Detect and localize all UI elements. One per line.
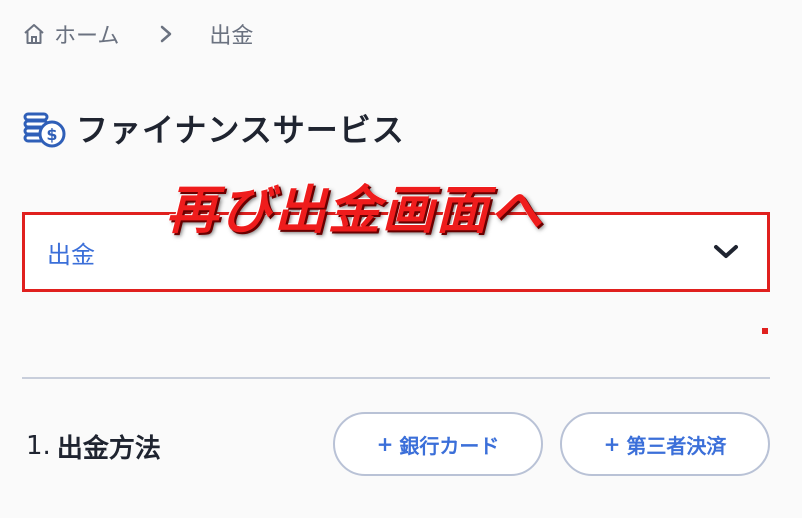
annotation-overlay-text: 再び出金画面へ — [166, 181, 545, 241]
breadcrumb-current: 出金 — [209, 24, 254, 49]
svg-text:$: $ — [46, 125, 57, 144]
section-title-text: ファイナンスサービス — [76, 111, 405, 149]
step-label: 出金方法 — [56, 433, 161, 464]
add-bank-card-button[interactable]: + 銀行カード — [333, 412, 543, 476]
divider — [22, 377, 770, 379]
withdrawal-method-label: 1. 出金方法 — [26, 424, 161, 468]
add-bank-card-label: 銀行カード — [399, 433, 500, 458]
breadcrumb: ホーム 出金 — [22, 14, 253, 54]
chevron-right-icon — [159, 24, 173, 44]
add-third-party-payment-label: 第三者決済 — [626, 433, 727, 458]
annotation-mark — [762, 328, 768, 334]
plus-icon: + — [376, 432, 394, 456]
page: ホーム 出金 $ ファイナンスサービス 出金 再び出金画面へ 1. 出金方法 +… — [0, 0, 802, 518]
breadcrumb-home-link[interactable]: ホーム — [54, 18, 119, 50]
page-title: $ ファイナンスサービス — [22, 104, 405, 152]
step-number: 1. — [26, 431, 51, 461]
chevron-down-icon — [711, 242, 741, 262]
add-third-party-payment-button[interactable]: + 第三者決済 — [560, 412, 770, 476]
coins-icon: $ — [22, 106, 66, 150]
plus-icon: + — [603, 432, 621, 456]
home-icon[interactable] — [22, 22, 46, 46]
